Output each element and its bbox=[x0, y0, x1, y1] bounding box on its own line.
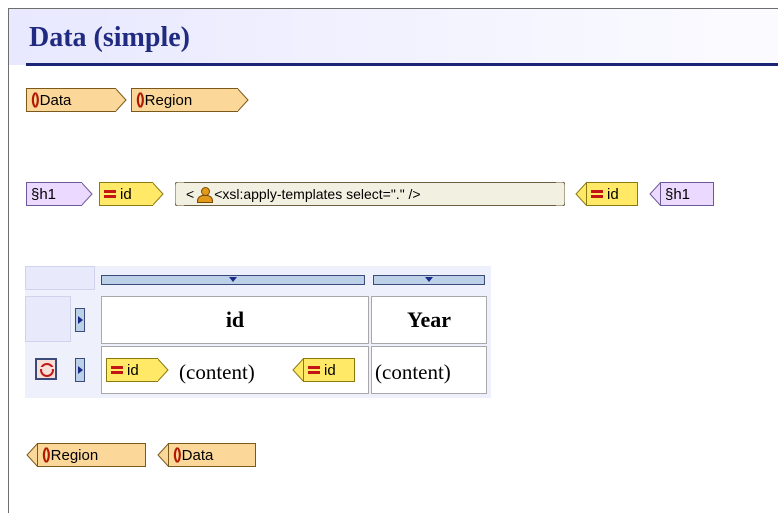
row-repeat-icon[interactable] bbox=[35, 358, 57, 380]
column-handle-1[interactable] bbox=[101, 275, 365, 285]
arrow-right-icon bbox=[157, 358, 169, 382]
template-text: <xsl:apply-templates select="." /> bbox=[214, 186, 421, 202]
page-title: Data (simple) bbox=[29, 22, 190, 53]
tag-label: §h1 bbox=[31, 185, 57, 203]
tag-label: §h1 bbox=[665, 185, 691, 203]
parentheses-icon: () bbox=[42, 446, 51, 463]
arrow-right-icon bbox=[152, 182, 164, 206]
tag-label: id bbox=[324, 361, 336, 379]
person-icon bbox=[196, 186, 214, 203]
equals-icon bbox=[591, 189, 603, 199]
template-open-bracket: < bbox=[186, 186, 195, 202]
equals-icon bbox=[308, 365, 320, 375]
header-label-year: Year bbox=[407, 307, 451, 332]
data-start-tag[interactable]: () Data bbox=[26, 88, 127, 112]
parentheses-icon: () bbox=[173, 446, 182, 463]
arrow-right-icon bbox=[115, 88, 127, 112]
tag-label: id bbox=[607, 185, 619, 203]
title-bar: Data (simple) bbox=[9, 9, 778, 65]
content-placeholder: (content) bbox=[179, 360, 255, 384]
title-underline bbox=[26, 63, 778, 66]
data-cell-year[interactable]: (content) bbox=[371, 346, 487, 394]
arrow-right-icon bbox=[81, 182, 93, 206]
data-end-tag[interactable]: () Data bbox=[157, 443, 256, 467]
h1-start-tag[interactable]: §h1 bbox=[26, 182, 93, 206]
cell-id-start-tag[interactable]: id bbox=[106, 358, 169, 382]
equals-icon bbox=[104, 189, 116, 199]
arrow-right-icon bbox=[237, 88, 249, 112]
tag-label: Region bbox=[50, 446, 99, 464]
row-gutter bbox=[25, 296, 71, 342]
parentheses-icon: () bbox=[136, 91, 145, 108]
data-table: id Year id (content) id (content) bbox=[25, 266, 491, 398]
parentheses-icon: () bbox=[31, 91, 40, 108]
tag-label: id bbox=[120, 185, 132, 203]
row-handle-data[interactable] bbox=[75, 358, 85, 382]
id-end-tag[interactable]: id bbox=[575, 182, 638, 206]
region-start-tag[interactable]: () Region bbox=[131, 88, 249, 112]
tag-label: Region bbox=[144, 91, 193, 109]
tag-label: Data bbox=[181, 446, 214, 464]
corner-cell bbox=[25, 266, 95, 290]
content-placeholder: (content) bbox=[375, 360, 451, 384]
id-start-tag[interactable]: id bbox=[99, 182, 164, 206]
h1-end-tag[interactable]: §h1 bbox=[649, 182, 714, 206]
column-handle-2[interactable] bbox=[373, 275, 485, 285]
row-handle-header[interactable] bbox=[75, 308, 85, 332]
region-end-tag[interactable]: () Region bbox=[26, 443, 146, 467]
header-label-id: id bbox=[225, 307, 245, 332]
tag-label: id bbox=[127, 361, 139, 379]
apply-templates-tag[interactable]: < <xsl:apply-templates select="." /> bbox=[175, 182, 565, 206]
header-cell-year[interactable]: Year bbox=[371, 296, 487, 344]
cell-id-end-tag[interactable]: id bbox=[292, 358, 355, 382]
header-cell-id[interactable]: id bbox=[101, 296, 369, 344]
bracket-right-icon bbox=[556, 182, 565, 206]
equals-icon bbox=[111, 365, 123, 375]
tag-label: Data bbox=[39, 91, 72, 109]
data-cell-id[interactable]: id (content) id bbox=[101, 346, 369, 394]
design-view: Data (simple) () Data () Region §h1 id <… bbox=[8, 8, 778, 513]
